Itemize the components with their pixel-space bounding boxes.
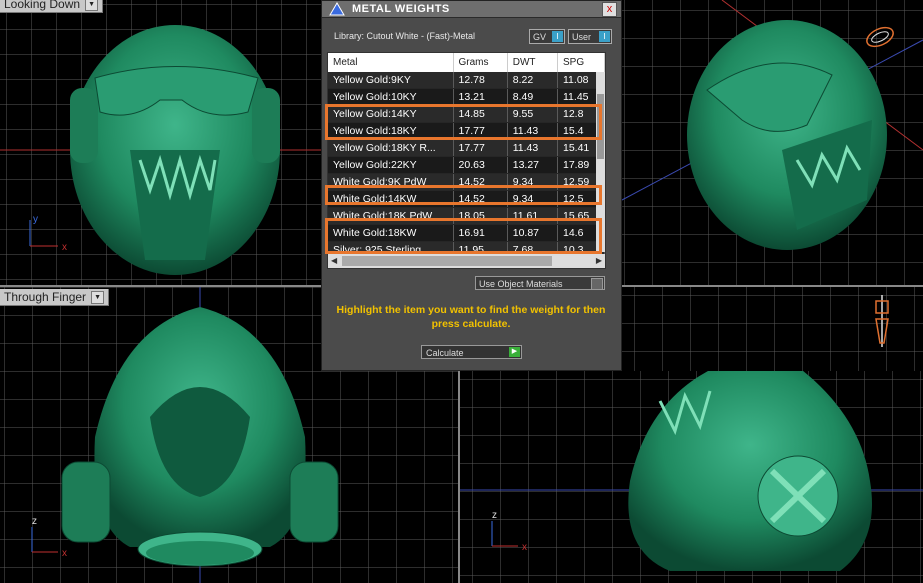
grid: y x <box>0 0 321 286</box>
scroll-thumb[interactable] <box>342 256 552 266</box>
grams-cell: 13.21 <box>453 88 508 106</box>
toggle-switch-icon: I <box>599 31 610 42</box>
chevron-down-icon[interactable]: ▼ <box>85 0 99 12</box>
scroll-left-icon[interactable]: ◀ <box>331 254 337 268</box>
toggle-switch-icon: I <box>552 31 563 42</box>
metal-cell: Yellow Gold:10KY <box>328 88 454 106</box>
grid <box>622 287 923 371</box>
dwt-cell: 13.27 <box>507 156 559 174</box>
grams-cell: 17.77 <box>453 139 508 157</box>
svg-text:z: z <box>492 510 497 521</box>
grams-cell: 12.78 <box>453 72 508 89</box>
dialog-title: METAL WEIGHTS <box>352 3 450 15</box>
viewport-right-mid[interactable] <box>622 287 923 371</box>
highlight-box <box>325 104 602 140</box>
viewport-divider[interactable] <box>458 371 460 583</box>
column-header-grams[interactable]: Grams <box>453 53 508 72</box>
svg-text:z: z <box>32 516 37 527</box>
metal-cell: Yellow Gold:9KY <box>328 72 454 89</box>
column-header-metal[interactable]: Metal <box>328 53 454 72</box>
use-object-materials-checkbox[interactable]: Use Object Materials <box>475 276 605 290</box>
toggle-user[interactable]: User I <box>568 29 612 44</box>
svg-text:y: y <box>33 214 38 225</box>
table-header: Metal Grams DWT SPG <box>328 53 605 72</box>
dwt-cell: 8.49 <box>507 88 559 106</box>
grid <box>622 0 923 286</box>
instruction-text: Highlight the item you want to find the … <box>336 304 606 330</box>
table-row[interactable]: Yellow Gold:22KY 20.63 13.27 17.89 <box>328 156 605 174</box>
table-row[interactable]: Yellow Gold:9KY 12.78 8.22 11.08 <box>328 72 605 89</box>
chevron-down-icon[interactable]: ▼ <box>91 291 105 305</box>
column-header-spg[interactable]: SPG <box>557 53 605 72</box>
library-label: Library: Cutout White - (Fast)-Metal <box>334 31 476 41</box>
play-icon: ▶ <box>509 347 520 357</box>
svg-text:x: x <box>62 548 67 559</box>
dwt-cell: 8.22 <box>507 72 559 89</box>
checkbox-icon[interactable] <box>591 278 603 290</box>
dialog-titlebar[interactable]: METAL WEIGHTS x <box>322 1 621 18</box>
horizontal-scrollbar[interactable]: ◀ ▶ <box>328 254 605 268</box>
viewport-label[interactable]: Through Finger ▼ <box>0 289 110 306</box>
table-row[interactable]: Yellow Gold:18KY R... 17.77 11.43 15.41 <box>328 139 605 157</box>
grams-cell: 20.63 <box>453 156 508 174</box>
toggle-gv[interactable]: GV I <box>529 29 565 44</box>
table-row[interactable]: Yellow Gold:10KY 13.21 8.49 11.45 <box>328 88 605 106</box>
model-skull-iso <box>687 20 887 250</box>
column-header-dwt[interactable]: DWT <box>507 53 559 72</box>
close-button[interactable]: x <box>602 2 617 17</box>
calculate-button[interactable]: Calculate ▶ <box>421 345 522 359</box>
rhino-logo-icon <box>329 2 345 16</box>
metal-cell: Yellow Gold:18KY R... <box>328 139 454 157</box>
viewport-top-left[interactable]: y x Looking Down ▼ <box>0 0 321 286</box>
viewport-bottom-right[interactable]: z x <box>460 371 923 583</box>
scroll-right-icon[interactable]: ▶ <box>596 254 602 268</box>
svg-text:x: x <box>62 242 67 253</box>
model-skull-front <box>70 25 280 275</box>
viewport-label[interactable]: Looking Down ▼ <box>0 0 104 13</box>
dwt-cell: 11.43 <box>507 139 559 157</box>
viewport-top-right[interactable] <box>622 0 923 286</box>
metal-cell: Yellow Gold:22KY <box>328 156 454 174</box>
svg-text:x: x <box>522 542 527 553</box>
highlight-box <box>325 185 602 205</box>
grid: z x <box>460 371 923 583</box>
highlight-box <box>325 218 602 254</box>
